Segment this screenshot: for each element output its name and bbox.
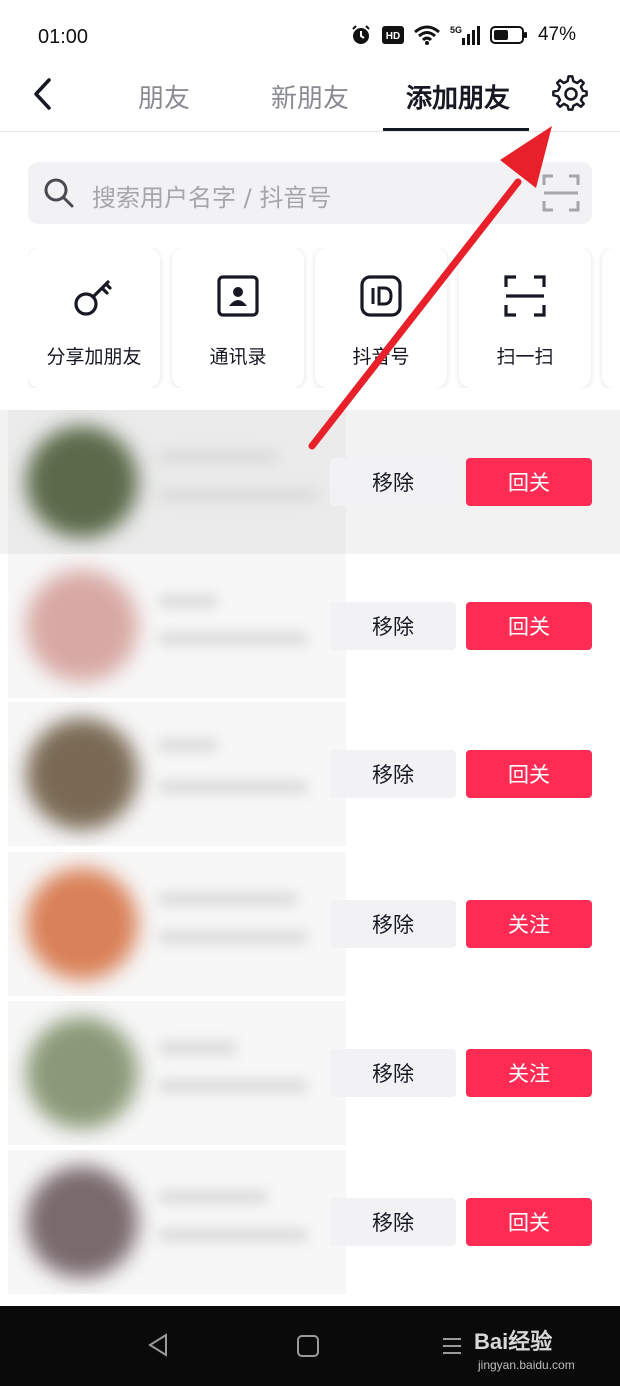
follow-back-button[interactable]: 回关 <box>466 602 592 650</box>
blurred-user-info <box>8 1001 346 1145</box>
avatar <box>26 868 138 980</box>
search-input[interactable]: 搜索用户名字 / 抖音号 <box>28 162 592 224</box>
remove-button[interactable]: 移除 <box>330 1198 456 1246</box>
avatar <box>26 1017 138 1129</box>
douyin-id-card[interactable]: 抖音号 <box>315 248 447 388</box>
search-icon <box>42 176 76 214</box>
remove-button[interactable]: 移除 <box>330 602 456 650</box>
follow-back-button[interactable]: 回关 <box>466 458 592 506</box>
list-item[interactable]: 移除 回关 <box>0 1150 620 1294</box>
card-label: 分享加朋友 <box>46 346 142 368</box>
system-nav-bar: Bai经验 jingyan.baidu.com <box>0 1306 620 1386</box>
wifi-icon <box>414 25 440 45</box>
battery-icon <box>489 25 528 45</box>
scan-card[interactable]: 扫一扫 <box>459 248 591 388</box>
follow-back-button[interactable]: 回关 <box>466 750 592 798</box>
search-placeholder: 搜索用户名字 / 抖音号 <box>92 184 332 212</box>
nav-menu-icon[interactable] <box>440 1334 464 1362</box>
list-item[interactable]: 移除 回关 <box>0 410 620 554</box>
blurred-user-info <box>8 410 346 554</box>
list-item[interactable]: 移除 关注 <box>0 1001 620 1145</box>
top-nav: 朋友 新朋友 添加朋友 <box>0 60 620 132</box>
active-tab-indicator <box>383 128 529 131</box>
follow-button[interactable]: 关注 <box>466 900 592 948</box>
id-icon <box>359 274 403 318</box>
watermark-brand: Bai经验 <box>474 1329 553 1354</box>
svg-text:5G: 5G <box>450 25 462 35</box>
avatar <box>26 570 138 682</box>
card-label: 扫一扫 <box>496 346 554 368</box>
tab-friends[interactable]: 朋友 <box>128 78 200 115</box>
status-icons: HD 5G 47% <box>350 24 576 46</box>
back-button[interactable] <box>22 74 62 118</box>
blurred-user-info <box>8 852 346 996</box>
tab-new-friends[interactable]: 新朋友 <box>260 78 360 115</box>
follow-back-button[interactable]: 回关 <box>466 1198 592 1246</box>
avatar <box>26 718 138 830</box>
avatar <box>26 426 138 538</box>
list-item[interactable]: 移除 回关 <box>0 702 620 846</box>
follow-button[interactable]: 关注 <box>466 1049 592 1097</box>
status-time: 01:00 <box>38 26 89 48</box>
scan-icon[interactable] <box>542 174 580 216</box>
tab-add-friends[interactable]: 添加朋友 <box>396 78 520 115</box>
blurred-user-info <box>8 554 346 698</box>
chevron-left-icon <box>31 77 53 115</box>
list-item[interactable]: 移除 关注 <box>0 852 620 996</box>
remove-button[interactable]: 移除 <box>330 1049 456 1097</box>
watermark-url: jingyan.baidu.com <box>478 1358 575 1372</box>
more-card[interactable] <box>602 248 620 388</box>
key-icon <box>72 274 116 318</box>
svg-text:HD: HD <box>386 31 400 42</box>
contact-card-icon <box>216 274 260 318</box>
blurred-user-info <box>8 702 346 846</box>
blurred-user-info <box>8 1150 346 1294</box>
remove-button[interactable]: 移除 <box>330 750 456 798</box>
scan-icon <box>503 274 547 318</box>
share-add-friend-card[interactable]: 分享加朋友 <box>28 248 160 388</box>
add-methods: 分享加朋友 通讯录 抖音号 扫一扫 <box>28 248 620 388</box>
hd-icon: HD <box>381 26 404 44</box>
signal-5g-icon: 5G <box>450 24 480 46</box>
remove-button[interactable]: 移除 <box>330 458 456 506</box>
remove-button[interactable]: 移除 <box>330 900 456 948</box>
card-label: 抖音号 <box>352 346 410 368</box>
settings-button[interactable] <box>549 74 593 118</box>
nav-home-icon[interactable] <box>296 1334 320 1362</box>
avatar <box>26 1166 138 1278</box>
list-item[interactable]: 移除 回关 <box>0 554 620 698</box>
card-label: 通讯录 <box>209 346 267 368</box>
gear-icon <box>552 75 590 117</box>
alarm-icon <box>350 24 372 46</box>
contacts-card[interactable]: 通讯录 <box>172 248 304 388</box>
battery-percent: 47% <box>537 24 576 45</box>
nav-back-icon[interactable] <box>146 1332 170 1362</box>
